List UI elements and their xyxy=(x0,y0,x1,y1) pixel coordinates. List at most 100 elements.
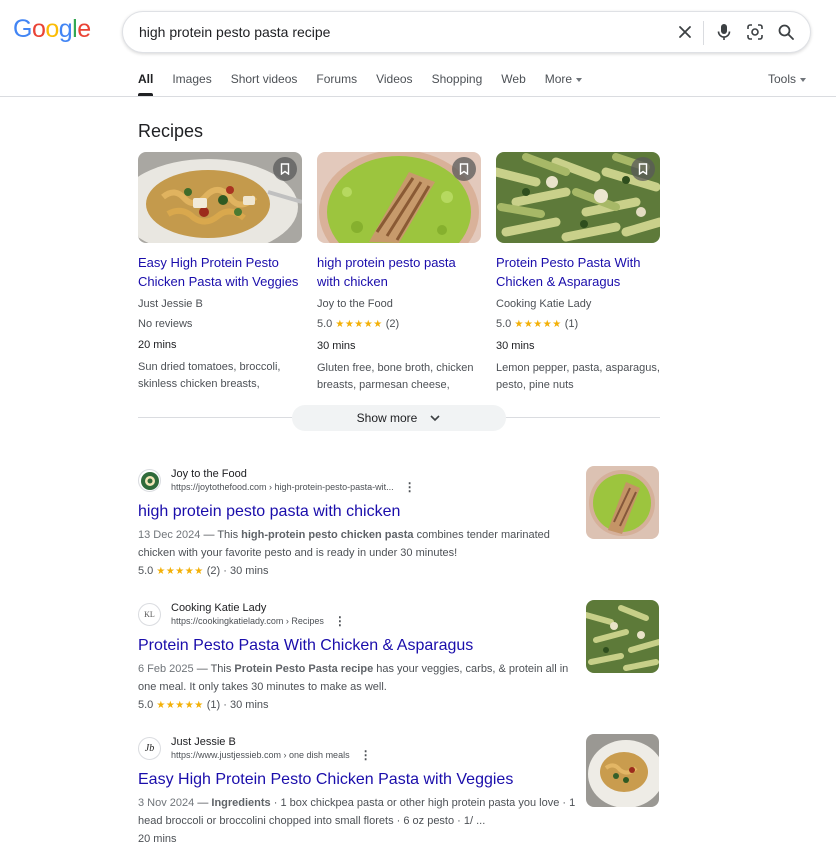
site-name: Cooking Katie Lady xyxy=(171,602,267,614)
result-title-link[interactable]: Easy High Protein Pesto Chicken Pasta wi… xyxy=(138,769,578,791)
recipe-source: Joy to the Food xyxy=(317,298,393,310)
site-url: https://joytothefood.com › high-protein-… xyxy=(171,481,416,494)
dash-separator: — xyxy=(200,529,218,541)
cook-time: 20 mins xyxy=(138,833,177,845)
favicon-text: Jb xyxy=(144,743,155,754)
result-meta: 20 mins xyxy=(138,830,578,845)
result-date: 3 Nov 2024 xyxy=(138,797,195,809)
recipe-rating: 5.0 ★★★★★ (2) xyxy=(317,317,481,332)
result-meta: 5.0 ★★★★★ (2) · 30 mins xyxy=(138,562,578,581)
favicon-text: KL xyxy=(144,610,155,619)
site-name: Just Jessie B xyxy=(171,736,236,748)
site-url: https://cookingkatielady.com › Recipes ⋮ xyxy=(171,615,346,628)
search-result: Jb Just Jessie B https://www.justjessieb… xyxy=(138,735,578,845)
recipe-card[interactable]: Protein Pesto Pasta With Chicken & Aspar… xyxy=(496,152,660,394)
dot-separator: · xyxy=(220,699,230,711)
cook-time: 30 mins xyxy=(229,699,269,711)
rating-value: 5.0 xyxy=(138,565,154,577)
tab-images[interactable]: Images xyxy=(172,72,211,96)
search-divider xyxy=(703,21,704,45)
bookmark-icon[interactable] xyxy=(631,157,655,181)
review-count: (1) xyxy=(206,699,221,711)
bookmark-icon[interactable] xyxy=(452,157,476,181)
recipe-title[interactable]: Easy High Protein Pesto Chicken Pasta wi… xyxy=(138,253,302,291)
tab-all[interactable]: All xyxy=(138,72,154,96)
recipe-card[interactable]: Easy High Protein Pesto Chicken Pasta wi… xyxy=(138,152,302,393)
result-date: 13 Dec 2024 xyxy=(138,529,201,541)
search-result: Joy to the Food https://joytothefood.com… xyxy=(138,467,578,581)
tab-label: Videos xyxy=(376,72,413,86)
cooking-katie-lady-favicon-icon: KL xyxy=(138,603,161,626)
show-more-label: Show more xyxy=(356,411,418,425)
tab-short-videos[interactable]: Short videos xyxy=(231,72,298,96)
snippet-highlight: Ingredients xyxy=(211,797,271,809)
rating-value: 5.0 xyxy=(317,318,333,330)
lens-camera-icon[interactable] xyxy=(744,21,766,43)
dot-separator: · xyxy=(220,565,230,577)
search-box xyxy=(122,11,811,53)
tab-shopping[interactable]: Shopping xyxy=(432,72,483,96)
tab-forums[interactable]: Forums xyxy=(316,72,357,96)
clear-icon[interactable] xyxy=(674,21,696,43)
recipe-ingredients: Gluten free, bone broth, chicken breasts… xyxy=(317,362,474,391)
recipe-ingredients: Sun dried tomatoes, broccoli, skinless c… xyxy=(138,361,281,390)
more-options-icon[interactable]: ⋮ xyxy=(360,749,372,762)
result-snippet: 6 Feb 2025 — This Protein Pesto Pasta re… xyxy=(138,660,578,696)
recipe-time: 20 mins xyxy=(138,339,177,351)
result-date: 6 Feb 2025 xyxy=(138,663,194,675)
recipes-heading: Recipes xyxy=(138,121,204,141)
tab-videos[interactable]: Videos xyxy=(376,72,412,96)
url-text: https://joytothefood.com › high-protein-… xyxy=(171,482,394,492)
snippet-text: This xyxy=(217,529,242,541)
result-thumbnail[interactable] xyxy=(586,600,659,673)
just-jessie-b-favicon-icon: Jb xyxy=(138,737,161,760)
caret-down-icon xyxy=(800,77,806,82)
search-icon[interactable] xyxy=(775,21,797,43)
more-options-icon[interactable]: ⋮ xyxy=(404,481,416,494)
recipe-card[interactable]: high protein pesto pasta with chicken Jo… xyxy=(317,152,481,394)
url-text: https://cookingkatielady.com › Recipes xyxy=(171,616,324,626)
result-snippet: 3 Nov 2024 — Ingredients · 1 box chickpe… xyxy=(138,794,578,830)
review-count: (2) xyxy=(206,565,221,577)
site-name: Joy to the Food xyxy=(171,468,247,480)
recipe-image[interactable] xyxy=(138,152,302,243)
bookmark-icon[interactable] xyxy=(273,157,297,181)
result-thumbnail[interactable] xyxy=(586,734,659,807)
rating-value: 5.0 xyxy=(138,699,154,711)
snippet-highlight: Protein Pesto Pasta recipe xyxy=(234,663,374,675)
review-count: (2) xyxy=(385,318,400,330)
result-thumbnail[interactable] xyxy=(586,466,659,539)
search-input[interactable] xyxy=(139,12,659,52)
microphone-icon[interactable] xyxy=(713,21,735,43)
tab-label: Web xyxy=(501,72,526,86)
google-logo[interactable]: Google xyxy=(13,17,91,42)
chevron-down-icon xyxy=(430,415,440,422)
recipe-image[interactable] xyxy=(496,152,660,243)
result-snippet: 13 Dec 2024 — This high-protein pesto ch… xyxy=(138,526,578,562)
header-divider xyxy=(0,96,836,97)
url-text: https://www.justjessieb.com › one dish m… xyxy=(171,750,350,760)
site-url: https://www.justjessieb.com › one dish m… xyxy=(171,749,372,762)
tools-label: Tools xyxy=(767,72,796,86)
tools-menu[interactable]: Tools xyxy=(768,72,806,86)
result-source[interactable]: Joy to the Food https://joytothefood.com… xyxy=(138,467,578,494)
tab-web[interactable]: Web xyxy=(501,72,525,96)
star-rating-icon: ★★★★★ xyxy=(335,319,383,330)
recipe-ingredients: Lemon pepper, pasta, asparagus, pesto, p… xyxy=(496,362,660,391)
tab-label: Short videos xyxy=(230,72,298,86)
tab-more[interactable]: More xyxy=(545,72,583,96)
more-options-icon[interactable]: ⋮ xyxy=(334,615,346,628)
result-source[interactable]: Jb Just Jessie B https://www.justjessieb… xyxy=(138,735,578,762)
recipe-title[interactable]: Protein Pesto Pasta With Chicken & Aspar… xyxy=(496,253,660,291)
recipe-image[interactable] xyxy=(317,152,481,243)
result-source[interactable]: KL Cooking Katie Lady https://cookingkat… xyxy=(138,601,578,628)
review-count: (1) xyxy=(564,318,579,330)
result-title-link[interactable]: Protein Pesto Pasta With Chicken & Aspar… xyxy=(138,635,578,657)
result-meta: 5.0 ★★★★★ (1) · 30 mins xyxy=(138,696,578,715)
recipe-rating: 5.0 ★★★★★ (1) xyxy=(496,317,660,332)
tab-label: Forums xyxy=(316,72,358,86)
result-title-link[interactable]: high protein pesto pasta with chicken xyxy=(138,501,578,523)
recipe-time: 30 mins xyxy=(496,340,535,352)
recipe-title[interactable]: high protein pesto pasta with chicken xyxy=(317,253,481,291)
show-more-button[interactable]: Show more xyxy=(292,405,506,431)
